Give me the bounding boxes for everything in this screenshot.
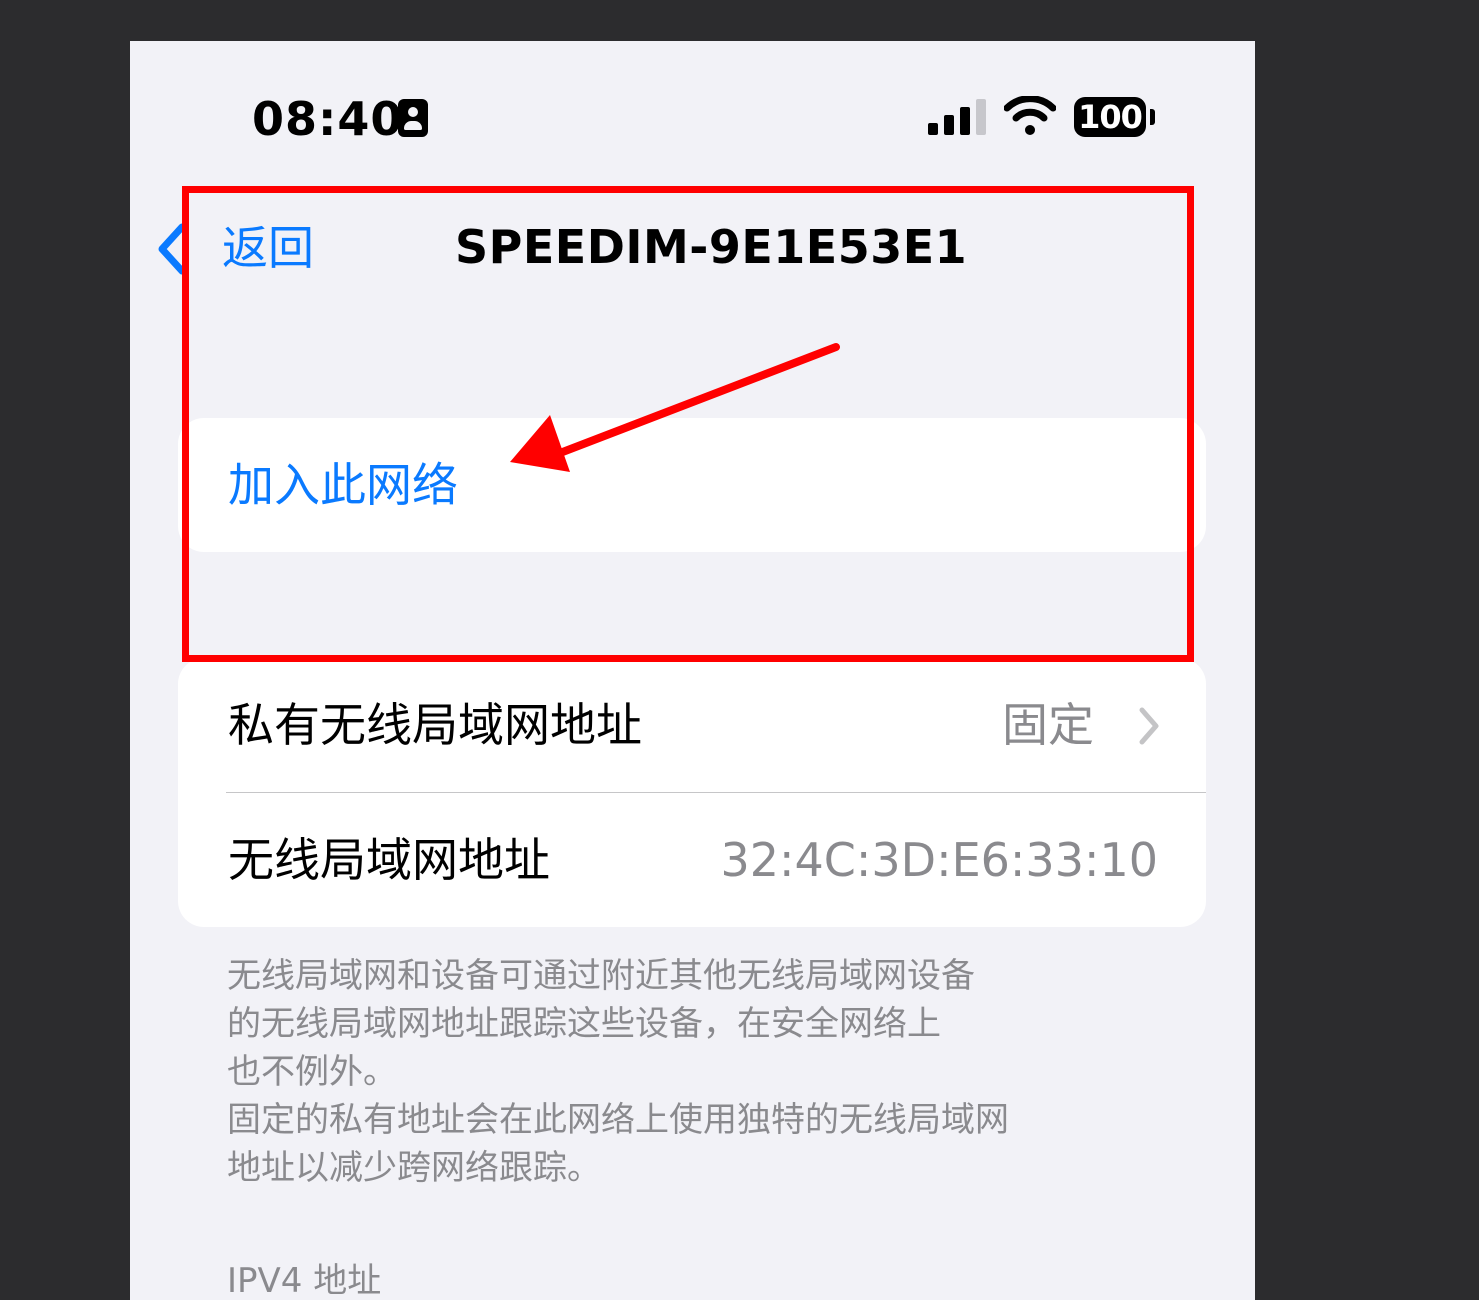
- status-time: 08:40: [252, 92, 404, 146]
- footnote-line: 的无线局域网地址跟踪这些设备，在安全网络上: [227, 1004, 941, 1044]
- wifi-icon: [1004, 96, 1056, 135]
- wifi-address-row: 无线局域网地址 32:4C:3D:E6:33:10: [178, 793, 1206, 927]
- ipv4-section-header: IPV4 地址: [227, 1261, 382, 1300]
- phone-screen: 08:40 100 返回 SPEEDIM-9E1E53E1 加入此网络 私有无线…: [130, 41, 1255, 1300]
- join-network-button[interactable]: 加入此网络: [178, 418, 1206, 552]
- chevron-right-icon: [1139, 707, 1159, 745]
- private-address-footnote: 无线局域网和设备可通过附近其他无线局域网设备 的无线局域网地址跟踪这些设备，在安…: [227, 952, 1147, 1192]
- footnote-line: 无线局域网和设备可通过附近其他无线局域网设备: [227, 956, 975, 996]
- chevron-left-icon[interactable]: [154, 221, 194, 277]
- page-title: SPEEDIM-9E1E53E1: [455, 220, 968, 274]
- battery-level: 100: [1078, 98, 1143, 136]
- private-address-row[interactable]: 私有无线局域网地址 固定: [178, 658, 1206, 792]
- private-address-label: 私有无线局域网地址: [228, 698, 642, 752]
- battery-tip: [1150, 109, 1155, 125]
- wifi-address-label: 无线局域网地址: [228, 833, 550, 887]
- id-card-icon: [398, 99, 428, 137]
- join-network-label: 加入此网络: [228, 458, 458, 512]
- battery-icon: 100: [1074, 97, 1146, 137]
- back-button[interactable]: 返回: [222, 219, 314, 277]
- footnote-line: 地址以减少跨网络跟踪。: [227, 1148, 601, 1188]
- wifi-address-value: 32:4C:3D:E6:33:10: [720, 833, 1159, 887]
- private-address-value: 固定: [1002, 698, 1094, 752]
- footnote-line: 也不例外。: [227, 1052, 397, 1092]
- cellular-signal-icon: [928, 99, 986, 135]
- wifi-address-card: 私有无线局域网地址 固定 无线局域网地址 32:4C:3D:E6:33:10: [178, 658, 1206, 927]
- footnote-line: 固定的私有地址会在此网络上使用独特的无线局域网: [227, 1100, 1009, 1140]
